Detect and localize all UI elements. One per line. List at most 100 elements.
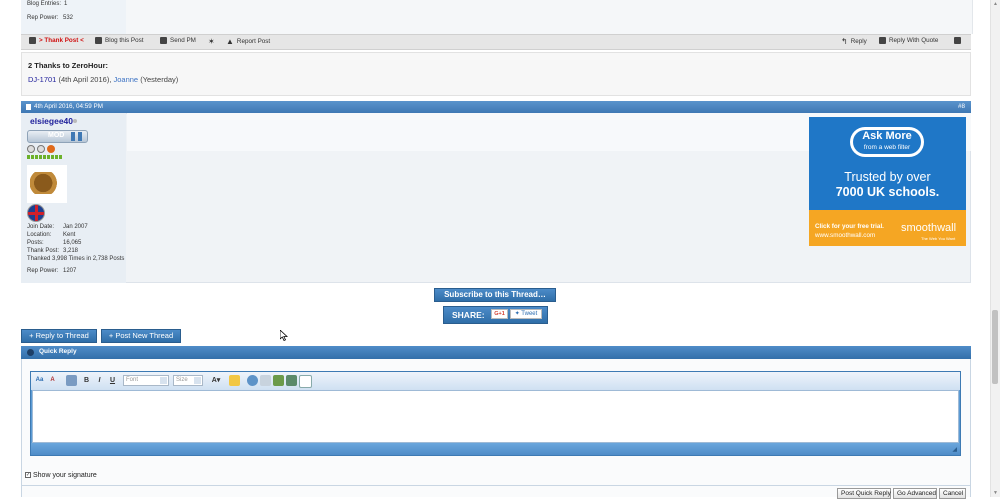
report-post-button[interactable]: ▲ Report Post — [226, 37, 270, 46]
avatar — [27, 165, 67, 203]
underline-icon: U — [109, 377, 116, 384]
thanks-user-link[interactable]: DJ-1701 — [28, 75, 56, 84]
flag-cross — [28, 212, 44, 215]
rep-power-value: 532 — [63, 15, 74, 21]
message-textarea[interactable] — [32, 390, 959, 443]
post-new-thread-button[interactable]: + Post New Thread — [101, 329, 181, 343]
rank-badge: MOD — [27, 130, 88, 143]
star-button[interactable]: ✶ — [208, 37, 215, 46]
reply-to-thread-button[interactable]: + Reply to Thread — [21, 329, 97, 343]
thanks-list: DJ-1701 (4th April 2016), Joanne (Yester… — [28, 75, 178, 84]
warning-icon: ▲ — [226, 37, 234, 46]
user-info-column: elsiegee40 MOD Join Date: Jan 2007 Locat… — [21, 113, 126, 283]
insert-image-button[interactable] — [273, 375, 284, 386]
blog-icon — [95, 37, 102, 44]
page-scrollbar[interactable]: ▲ ▼ — [990, 0, 1000, 497]
thanks-user-link[interactable]: Joanne — [114, 75, 139, 84]
previous-post-userinfo: Blog Entries: 1 Rep Power: 532 — [21, 0, 126, 34]
ad-url: www.smoothwall.com — [815, 232, 876, 239]
google-plus-button[interactable]: G+1 — [491, 309, 508, 319]
cancel-button[interactable]: Cancel — [939, 488, 966, 499]
star-icon: ✶ — [208, 37, 215, 46]
thanks-title: 2 Thanks to ZeroHour: — [28, 61, 109, 70]
insert-link-button[interactable] — [247, 375, 258, 386]
mouse-cursor-icon — [280, 330, 288, 341]
bold-icon: B — [83, 377, 90, 384]
rep-power-label: Rep Power: — [27, 268, 59, 274]
smoothwall-advertisement[interactable]: Ask More from a web filter Trusted by ov… — [809, 117, 966, 246]
ad-footer: Click for your free trial. www.smoothwal… — [809, 210, 966, 246]
reply-with-quote-button[interactable]: Reply With Quote — [879, 37, 938, 44]
award-icon — [27, 145, 35, 153]
share-bar: SHARE: G+1 ✦ Tweet — [443, 306, 548, 324]
divider — [21, 485, 971, 486]
username-link[interactable]: elsiegee40 — [30, 116, 73, 126]
rank-bar — [71, 132, 75, 141]
blog-entries-value: 1 — [64, 1, 68, 7]
switch-mode-button[interactable]: A — [47, 375, 58, 386]
thanks-user-date: (Yesterday) — [140, 75, 179, 84]
remove-format-button[interactable]: Aa — [34, 375, 45, 386]
location-value: Kent — [63, 232, 76, 238]
scroll-up-icon[interactable]: ▲ — [993, 1, 998, 7]
subscribe-thread-button[interactable]: Subscribe to this Thread… — [434, 288, 556, 302]
italic-icon: I — [98, 377, 101, 384]
reply-button[interactable]: ↰ Reply — [841, 37, 867, 46]
tweet-label: Tweet — [521, 311, 538, 317]
ad-from-filter: from a web filter — [863, 144, 911, 151]
send-pm-button[interactable]: Send PM — [160, 37, 196, 44]
send-pm-label: Send PM — [170, 37, 196, 44]
reply-icon: ↰ — [841, 37, 848, 46]
editor-toolbar: Aa A B I U Font Size A▾ — [31, 372, 960, 390]
blog-entries-label: Blog Entries: — [27, 1, 62, 7]
smilie-button[interactable] — [229, 375, 240, 386]
thanks-box: 2 Thanks to ZeroHour: DJ-1701 (4th April… — [21, 52, 971, 96]
report-post-label: Report Post — [236, 38, 271, 45]
multi-quote-icon — [954, 37, 961, 44]
quick-reply-title: Quick Reply — [39, 348, 77, 355]
post-action-bar: > Thank Post < Blog this Post Send PM ✶ … — [21, 34, 971, 50]
rep-power-value: 1207 — [63, 268, 77, 274]
avatar-image — [30, 172, 63, 194]
multi-quote-button[interactable] — [954, 37, 961, 44]
font-select[interactable]: Font — [123, 375, 169, 386]
thank-post-label: > Thank Post < — [39, 37, 84, 44]
size-select[interactable]: Size — [173, 375, 203, 386]
post-quick-reply-button[interactable]: Post Quick Reply — [837, 488, 891, 499]
thanked-line: Thanked 3,998 Times in 2,738 Posts — [27, 256, 125, 262]
tweet-button[interactable]: ✦ Tweet — [510, 309, 542, 319]
italic-button[interactable]: I — [94, 375, 105, 386]
show-signature-checkbox[interactable]: ✓ — [25, 472, 31, 478]
show-signature-label: Show your signature — [33, 472, 97, 479]
ad-brand: smoothwall — [901, 222, 957, 234]
join-date-label: Join Date: — [27, 224, 55, 230]
text-color-button[interactable]: A▾ — [207, 375, 225, 386]
location-label: Location: — [27, 232, 52, 238]
share-label: SHARE: — [452, 310, 485, 320]
rep-power-label: Rep Power: — [27, 15, 59, 21]
remove-format-icon: Aa — [35, 377, 44, 383]
font-select-label: Font — [126, 377, 139, 383]
chevron-down-icon — [194, 377, 201, 384]
thank-post-button[interactable]: > Thank Post < — [29, 37, 84, 44]
bold-button[interactable]: B — [81, 375, 92, 386]
offline-status-icon — [73, 119, 77, 123]
go-advanced-button[interactable]: Go Advanced — [893, 488, 937, 499]
post-number-link[interactable]: #8 — [958, 103, 965, 110]
unlink-button[interactable] — [260, 375, 271, 386]
ad-click-text: Click for your free trial. — [815, 223, 884, 230]
quote-button[interactable] — [299, 375, 312, 388]
underline-button[interactable]: U — [107, 375, 118, 386]
award-icon — [47, 145, 55, 153]
scroll-down-icon[interactable]: ▼ — [993, 490, 998, 496]
text-color-icon: A▾ — [211, 377, 221, 384]
ad-trusted-line1: Trusted by over — [844, 170, 931, 184]
posts-label: Posts: — [27, 240, 44, 246]
paste-button[interactable] — [66, 375, 77, 386]
post-icon — [26, 104, 31, 110]
resize-handle-icon[interactable]: ◢ — [952, 446, 957, 453]
blog-post-button[interactable]: Blog this Post — [95, 37, 144, 44]
insert-video-button[interactable] — [286, 375, 297, 386]
scrollbar-thumb[interactable] — [992, 310, 998, 384]
posts-value: 16,065 — [63, 240, 82, 246]
